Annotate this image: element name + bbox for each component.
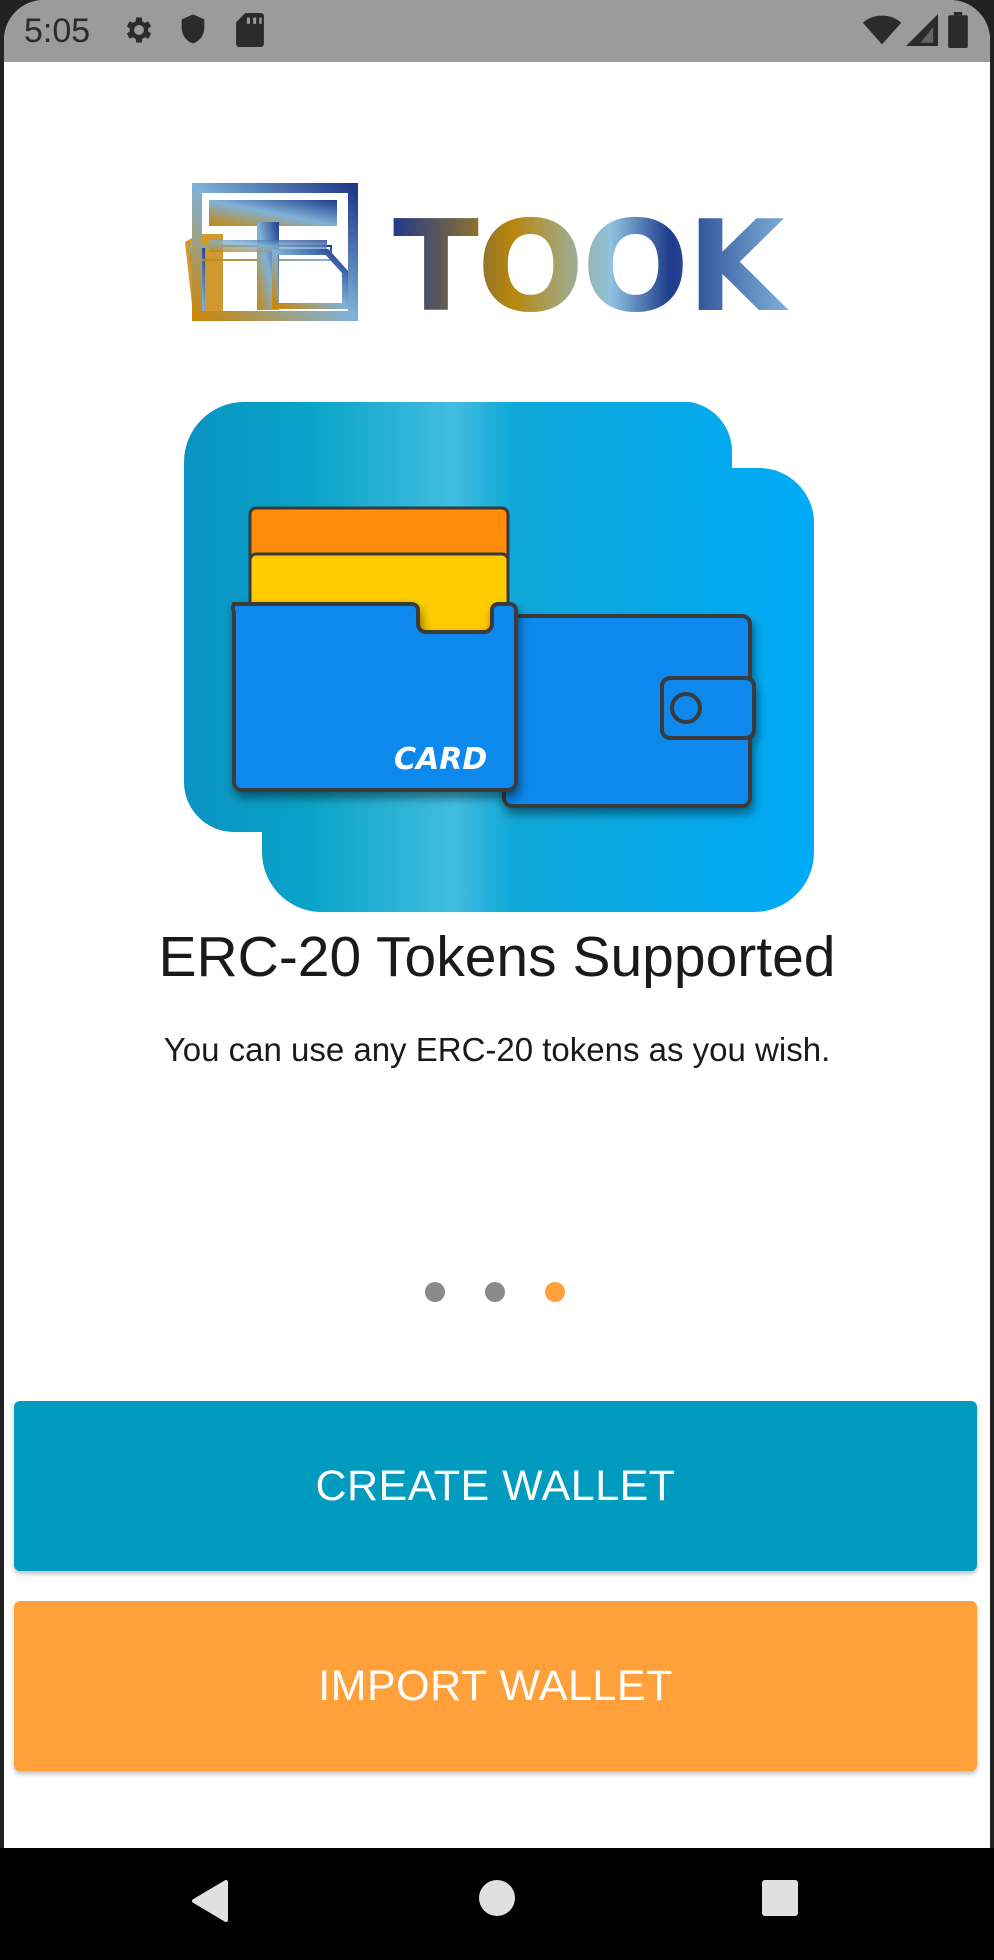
sd-card-icon [236, 13, 264, 52]
page-subtitle: You can use any ERC-20 tokens as you wis… [163, 1031, 831, 1068]
cellular-icon [906, 14, 938, 51]
import-wallet-button[interactable]: IMPORT WALLET [14, 1601, 977, 1771]
wifi-icon [862, 14, 902, 51]
settings-icon [122, 13, 156, 52]
page-indicator [4, 1282, 990, 1304]
card-label: CARD [394, 742, 487, 777]
page-title: ERC-20 Tokens Supported [158, 925, 836, 989]
home-icon[interactable] [477, 1878, 517, 1923]
page-dot-2[interactable] [485, 1282, 505, 1302]
recents-icon[interactable] [760, 1878, 800, 1923]
back-icon[interactable] [190, 1878, 232, 1929]
page-dot-1[interactable] [425, 1282, 445, 1302]
navigation-bar [0, 1848, 994, 1960]
svg-text:TOOK: TOOK [393, 193, 789, 332]
page-dot-3-active[interactable] [545, 1282, 565, 1302]
app-screen: 5:05 TOOK CARD ERC-20 Tokens Supported Y… [4, 0, 990, 1960]
took-logo: TOOK [179, 182, 819, 340]
shield-icon [178, 13, 208, 52]
wallet-card-illustration: CARD [184, 401, 814, 912]
status-bar: 5:05 [4, 0, 990, 62]
status-time: 5:05 [24, 12, 91, 50]
battery-icon [948, 12, 968, 53]
create-wallet-button[interactable]: CREATE WALLET [14, 1401, 977, 1571]
